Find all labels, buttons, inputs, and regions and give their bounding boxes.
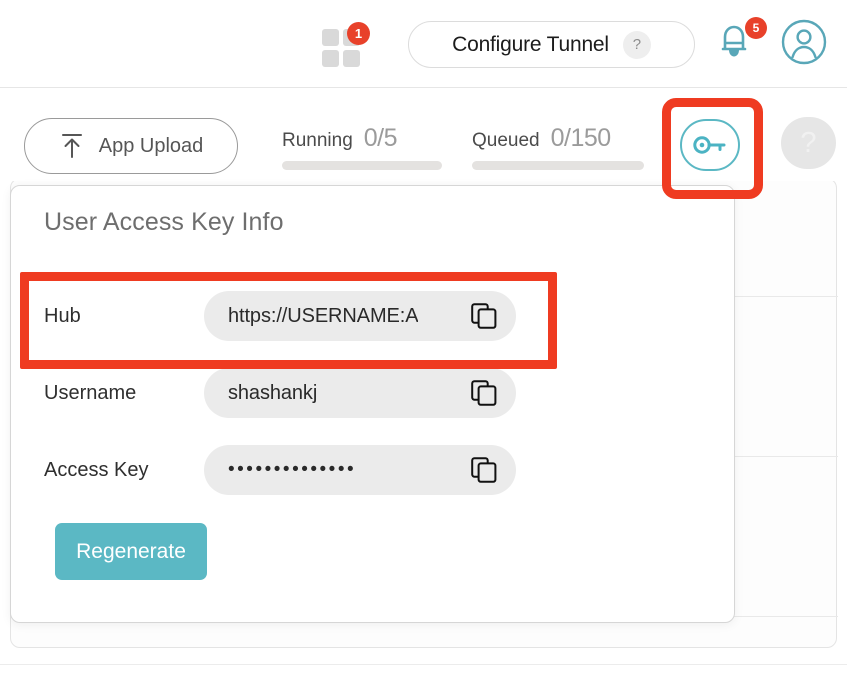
access-key-field-value: •••••••••••••• — [228, 459, 356, 481]
access-key-field-input[interactable]: •••••••••••••• — [204, 445, 516, 495]
app-root: 1 Configure Tunnel ? 5 — [0, 0, 847, 676]
page-bottom-divider — [0, 664, 847, 665]
configure-tunnel-button[interactable]: Configure Tunnel ? — [408, 21, 695, 68]
stat-queued: Queued 0/150 — [472, 124, 644, 170]
user-avatar-icon — [780, 18, 828, 66]
regenerate-button[interactable]: Regenerate — [55, 523, 207, 580]
user-access-key-dialog: User Access Key Info Hub https://USERNAM… — [10, 185, 735, 623]
notifications-button[interactable]: 5 — [712, 18, 768, 70]
copy-icon[interactable] — [471, 380, 497, 406]
username-field-value: shashankj — [228, 382, 317, 405]
copy-icon[interactable] — [471, 303, 497, 329]
hub-field-value: https://USERNAME:A — [228, 305, 418, 328]
help-button[interactable]: ? — [781, 117, 836, 169]
apps-grid-button[interactable]: 1 — [322, 22, 370, 66]
hub-field-label: Hub — [44, 305, 204, 328]
question-mark-icon[interactable]: ? — [623, 31, 651, 59]
upload-arrow-icon — [59, 132, 85, 160]
user-avatar-button[interactable] — [780, 18, 828, 66]
access-key-button[interactable] — [680, 119, 740, 171]
hub-field-row: Hub https://USERNAME:A — [44, 291, 544, 341]
key-icon — [693, 134, 727, 156]
stat-running-progress-bar — [282, 161, 442, 170]
stat-queued-label: Queued — [472, 130, 540, 152]
access-key-field-label: Access Key — [44, 459, 204, 482]
dialog-title: User Access Key Info — [44, 208, 284, 237]
copy-icon[interactable] — [471, 457, 497, 483]
stat-running-value: 0/5 — [364, 124, 397, 153]
username-field-row: Username shashankj — [44, 368, 544, 418]
stat-running-label: Running — [282, 130, 353, 152]
configure-tunnel-label: Configure Tunnel — [452, 33, 609, 57]
access-key-field-row: Access Key •••••••••••••• — [44, 445, 544, 495]
apps-badge: 1 — [347, 22, 370, 45]
top-header-bar: 1 Configure Tunnel ? 5 — [0, 0, 847, 88]
stat-queued-value: 0/150 — [551, 124, 611, 153]
app-upload-button[interactable]: App Upload — [24, 118, 238, 174]
username-field-label: Username — [44, 382, 204, 405]
stat-queued-progress-bar — [472, 161, 644, 170]
hub-field-input[interactable]: https://USERNAME:A — [204, 291, 516, 341]
username-field-input[interactable]: shashankj — [204, 368, 516, 418]
stat-running: Running 0/5 — [282, 124, 442, 170]
app-upload-label: App Upload — [99, 135, 204, 158]
notification-badge: 5 — [745, 17, 767, 39]
